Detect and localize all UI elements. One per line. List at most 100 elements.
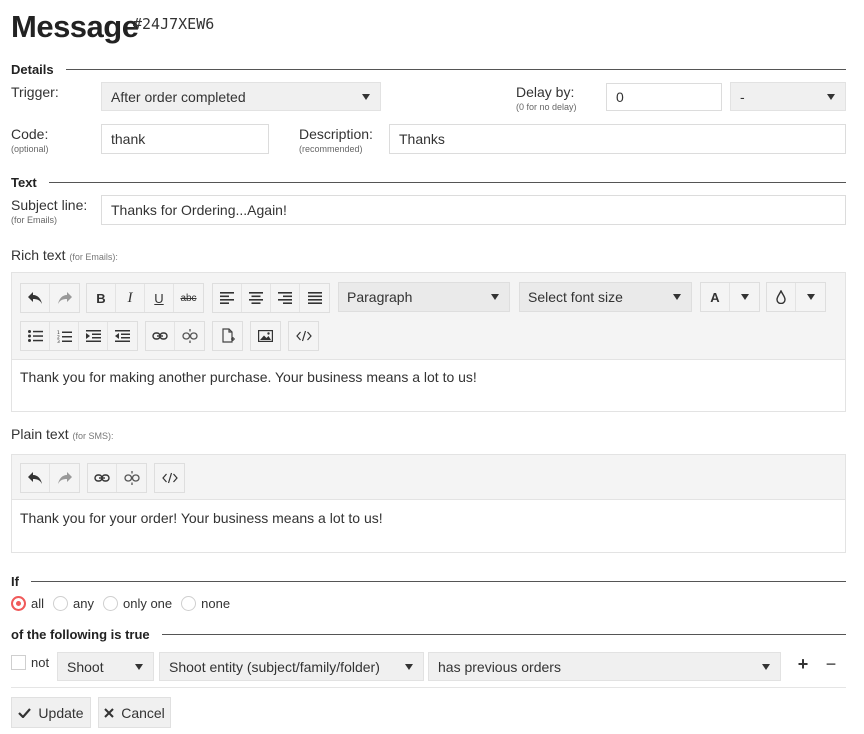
radio-only-one-icon[interactable]	[102, 596, 118, 611]
unlink-button[interactable]	[175, 322, 204, 350]
font-size-value: Select font size	[528, 289, 623, 305]
rule-type-select[interactable]: Shoot	[57, 652, 154, 681]
indent-icon	[85, 330, 101, 342]
font-color-dropdown[interactable]	[730, 283, 759, 311]
add-condition-button[interactable]: +	[789, 651, 817, 677]
radio-option-any[interactable]: any	[53, 596, 94, 611]
chevron-down-icon	[762, 663, 770, 670]
plain-unlink-button[interactable]	[117, 464, 146, 492]
text-section-header: Text	[11, 175, 846, 190]
plain-code-button[interactable]	[155, 464, 184, 492]
not-checkbox[interactable]	[11, 655, 26, 670]
underline-button[interactable]: U	[145, 284, 174, 312]
format-group: B I U abc	[86, 283, 204, 313]
remove-condition-button[interactable]: −	[817, 651, 845, 677]
font-size-select[interactable]: Select font size	[519, 282, 692, 312]
update-button[interactable]: Update	[11, 697, 91, 728]
align-justify-button[interactable]	[300, 284, 329, 312]
following-divider	[161, 634, 846, 635]
plain-text-label: Plain text	[11, 426, 69, 442]
delay-input[interactable]: 0	[606, 83, 722, 111]
chevron-down-icon	[740, 294, 749, 300]
font-color-icon: A	[710, 289, 720, 305]
outdent-button[interactable]	[108, 322, 137, 350]
code-label: Code:	[11, 126, 49, 142]
trigger-select[interactable]: After order completed	[101, 82, 381, 111]
font-color-button[interactable]: A	[701, 283, 730, 311]
background-color-button[interactable]	[767, 283, 796, 311]
trigger-label: Trigger:	[11, 84, 59, 100]
radio-any-icon[interactable]	[53, 596, 69, 611]
italic-icon: I	[127, 289, 133, 306]
plain-code-group	[154, 463, 185, 493]
rule-entity-value: Shoot entity (subject/family/folder)	[169, 658, 380, 675]
rule-entity-select[interactable]: Shoot entity (subject/family/folder)	[159, 652, 424, 681]
description-input[interactable]: Thanks	[389, 124, 846, 154]
strikethrough-button[interactable]: abc	[174, 284, 203, 312]
radio-none-icon[interactable]	[181, 596, 197, 611]
plain-redo-button[interactable]	[50, 464, 79, 492]
match-mode-radio-group: all any only one none	[11, 596, 239, 611]
radio-option-only-one[interactable]: only one	[102, 596, 172, 611]
page-title: Message	[11, 9, 139, 44]
code-input[interactable]: thank	[101, 124, 269, 154]
description-sublabel: (recommended)	[299, 144, 363, 154]
link-button[interactable]	[146, 322, 175, 350]
rich-text-content[interactable]: Thank you for making another purchase. Y…	[20, 369, 477, 385]
link-icon	[152, 331, 168, 341]
block-format-select[interactable]: Paragraph	[338, 282, 510, 312]
chevron-down-icon	[491, 294, 499, 300]
align-right-button[interactable]	[271, 284, 300, 312]
radio-all-icon[interactable]	[11, 596, 26, 611]
template-button[interactable]	[213, 322, 242, 350]
indent-button[interactable]	[79, 322, 108, 350]
undo-icon	[27, 471, 43, 485]
bullet-list-icon	[27, 330, 43, 342]
chevron-down-icon	[362, 93, 370, 100]
subject-label: Subject line:	[11, 197, 88, 213]
not-label: not	[31, 655, 50, 670]
footer-divider	[11, 687, 846, 688]
if-divider	[30, 581, 846, 582]
strikethrough-icon: abc	[180, 292, 197, 304]
cancel-label: Cancel	[121, 704, 165, 721]
unlink-icon	[123, 471, 140, 485]
chevron-down-icon	[405, 663, 413, 670]
rich-text-toolbar: B I U abc Paragraph Select font size A 1…	[12, 273, 845, 360]
rich-text-sublabel: (for Emails):	[69, 252, 118, 262]
bold-button[interactable]: B	[87, 284, 116, 312]
svg-text:3: 3	[57, 339, 60, 343]
plain-text-label-group: Plain text (for SMS):	[11, 426, 114, 444]
description-input-value: Thanks	[399, 131, 445, 147]
plain-link-button[interactable]	[88, 464, 117, 492]
radio-option-all[interactable]: all	[11, 596, 44, 611]
background-color-group	[766, 282, 826, 312]
details-section-header: Details	[11, 62, 846, 77]
bullet-list-button[interactable]	[21, 322, 50, 350]
plain-text-content[interactable]: Thank you for your order! Your business …	[20, 510, 383, 526]
align-center-button[interactable]	[242, 284, 271, 312]
align-left-button[interactable]	[213, 284, 242, 312]
block-format-value: Paragraph	[347, 289, 413, 305]
text-divider	[48, 182, 846, 183]
italic-button[interactable]: I	[116, 284, 145, 312]
history-group	[20, 283, 80, 313]
plain-undo-button[interactable]	[21, 464, 50, 492]
if-section-header: If	[11, 574, 846, 589]
image-button[interactable]	[251, 322, 280, 350]
undo-button[interactable]	[21, 284, 50, 312]
align-center-icon	[249, 292, 263, 304]
delay-label: Delay by:	[516, 84, 575, 100]
delay-input-value: 0	[616, 89, 624, 105]
code-view-button[interactable]	[289, 322, 318, 350]
background-color-dropdown[interactable]	[796, 283, 825, 311]
redo-button[interactable]	[50, 284, 79, 312]
delay-unit-select[interactable]: -	[730, 82, 846, 111]
plain-text-toolbar	[12, 455, 845, 500]
numbered-list-button[interactable]: 123	[50, 322, 79, 350]
rule-condition-select[interactable]: has previous orders	[428, 652, 781, 681]
code-icon	[161, 472, 178, 484]
radio-option-none[interactable]: none	[181, 596, 230, 611]
cancel-button[interactable]: Cancel	[98, 697, 171, 728]
subject-input[interactable]: Thanks for Ordering...Again!	[101, 195, 846, 225]
